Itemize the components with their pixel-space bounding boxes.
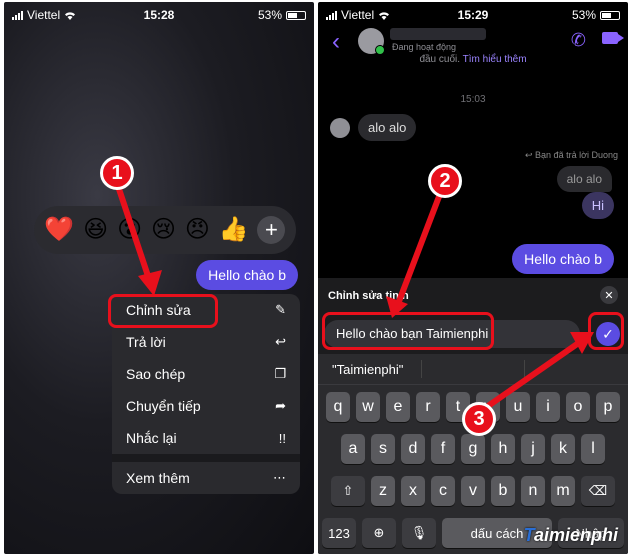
key-z[interactable]: z [371,476,395,506]
step-badge-3: 3 [462,402,496,436]
key-f[interactable]: f [431,434,455,464]
thumbs-up-reaction[interactable]: 👍 [219,218,249,242]
menu-item-copy[interactable]: Sao chép ❐ [112,358,300,390]
pencil-icon: ✎ [275,302,286,317]
key-row-2: asdfghjkl [318,434,628,464]
key-m[interactable]: m [551,476,575,506]
add-reaction-button[interactable]: + [257,216,286,244]
key-c[interactable]: c [431,476,455,506]
right-screenshot: Viettel 15:29 53% ‹ Đang hoạt động ✆ đầu… [318,2,628,554]
laugh-reaction[interactable]: 😆 [83,218,108,242]
highlight-confirm-button [588,312,624,350]
outgoing-message[interactable]: Hi [581,192,614,219]
suggestion-divider [524,360,526,378]
back-chevron-icon[interactable]: ‹ [332,28,340,56]
sender-avatar [330,118,350,138]
message-being-edited[interactable]: Hello chào b [512,244,614,274]
incoming-message[interactable]: alo alo [358,114,417,141]
quoted-message: alo alo [556,166,612,192]
menu-item-reply[interactable]: Trả lời ↩ [112,326,300,358]
phone-call-icon[interactable]: ✆ [571,30,586,51]
key-x[interactable]: x [401,476,425,506]
keyboard: "Taimienphi" qwertyuiop asdfghjkl ⇧ zxcv… [318,354,628,554]
key-row-3: ⇧ zxcvbnm ⌫ [318,476,628,506]
reply-note: ↩ Bạn đã trả lời Duong [525,150,618,160]
menu-item-remind[interactable]: Nhắc lại !! [112,422,300,454]
highlight-edit-input [322,312,494,350]
heart-reaction[interactable]: ❤️ [44,218,74,242]
remind-icon: !! [278,430,286,446]
edit-panel-title: Chỉnh sửa tin n [328,290,409,302]
encryption-notice: đầu cuối. Tìm hiểu thêm [318,54,628,65]
highlight-edit-menu [108,294,218,328]
key-k[interactable]: k [551,434,575,464]
key-q[interactable]: q [326,392,350,422]
key-w[interactable]: w [356,392,380,422]
battery-icon [600,10,620,20]
key-d[interactable]: d [401,434,425,464]
watermark-logo: Taimienphi [523,525,618,545]
copy-icon: ❐ [274,366,286,381]
battery-percent: 53% [257,8,282,22]
globe-icon[interactable]: ⊕ [362,518,396,548]
reaction-bar: ❤️ 😆 😮 😢 😠 👍 + [34,206,296,254]
key-v[interactable]: v [461,476,485,506]
angry-reaction[interactable]: 😠 [185,218,210,242]
key-h[interactable]: h [491,434,515,464]
selected-message[interactable]: Hello chào b [196,260,298,290]
more-icon: ⋯ [273,470,286,485]
notice-text: đầu cuối. [419,54,461,65]
left-screenshot: Viettel 15:28 53% ❤️ 😆 😮 😢 😠 👍 + Hello c… [4,2,314,554]
key-u[interactable]: u [506,392,530,422]
step-badge-2: 2 [428,164,462,198]
status-bar: Viettel 15:28 53% [4,2,314,28]
suggestion-divider [420,360,422,378]
numbers-key[interactable]: 123 [322,518,356,548]
menu-item-forward[interactable]: Chuyển tiếp ➦ [112,390,300,422]
sad-reaction[interactable]: 😢 [151,218,176,242]
active-status: Đang hoạt động [392,42,457,52]
key-e[interactable]: e [386,392,410,422]
menu-item-label: Sao chép [126,366,186,382]
menu-divider [112,454,300,462]
step-badge-1: 1 [100,156,134,190]
wow-reaction[interactable]: 😮 [117,218,142,242]
video-call-icon[interactable] [602,32,624,44]
key-l[interactable]: l [581,434,605,464]
key-b[interactable]: b [491,476,515,506]
reply-icon: ↩ [275,334,286,349]
suggestion-item[interactable]: "Taimienphi" [318,362,421,377]
forward-icon: ➦ [275,398,286,413]
key-s[interactable]: s [371,434,395,464]
key-o[interactable]: o [566,392,590,422]
backspace-key[interactable]: ⌫ [581,476,615,506]
key-j[interactable]: j [521,434,545,464]
key-a[interactable]: a [341,434,365,464]
menu-item-label: Nhắc lại [126,430,177,446]
key-n[interactable]: n [521,476,545,506]
key-p[interactable]: p [596,392,620,422]
microphone-icon[interactable]: 🎙 [402,518,436,548]
learn-more-link[interactable]: Tìm hiểu thêm [463,54,527,65]
suggestion-bar: "Taimienphi" [318,354,628,385]
menu-item-more[interactable]: Xem thêm ⋯ [112,462,300,494]
close-icon[interactable]: ✕ [600,286,618,304]
menu-item-label: Xem thêm [126,470,190,486]
shift-key[interactable]: ⇧ [331,476,365,506]
key-g[interactable]: g [461,434,485,464]
key-i[interactable]: i [536,392,560,422]
battery-icon [286,10,306,20]
contact-name-redacted [390,28,486,40]
battery-percent: 53% [571,8,596,22]
avatar[interactable] [358,28,385,55]
menu-item-label: Chuyển tiếp [126,398,201,414]
chat-timestamp: 15:03 [460,94,486,105]
key-r[interactable]: r [416,392,440,422]
menu-item-label: Trả lời [126,334,166,350]
